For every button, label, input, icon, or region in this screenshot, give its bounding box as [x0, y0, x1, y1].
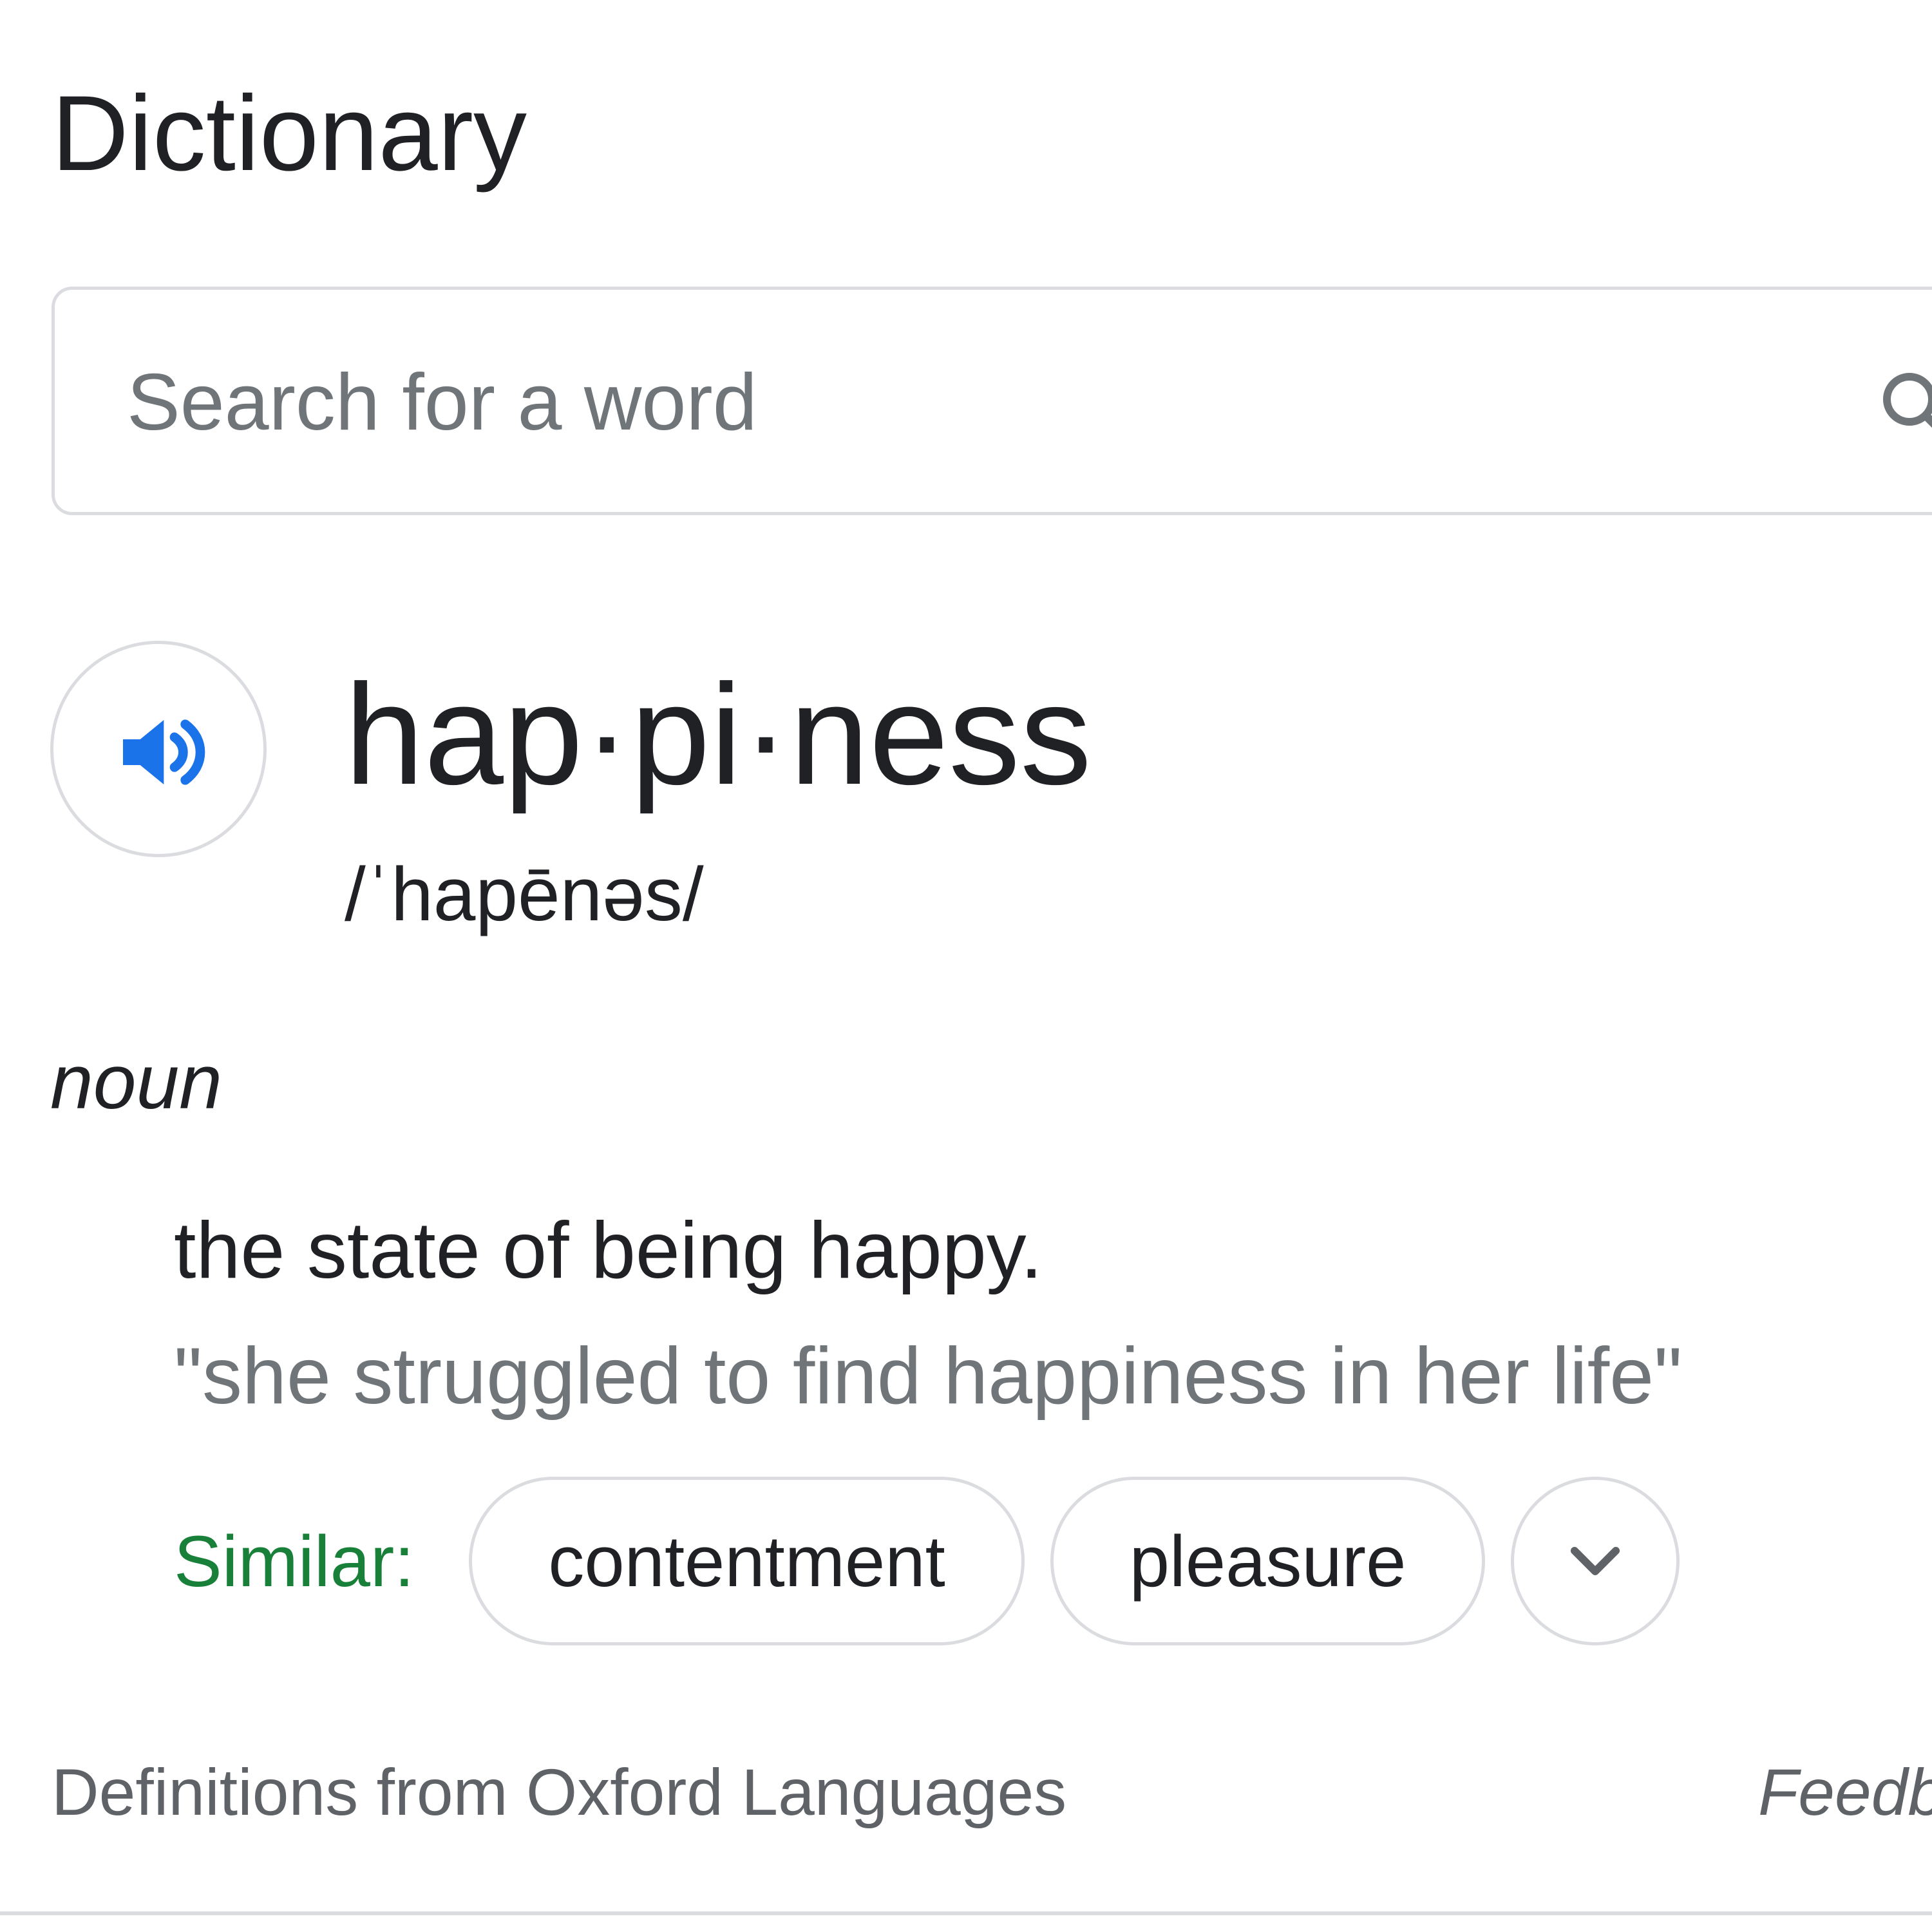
speaker-icon — [123, 719, 205, 785]
search-box[interactable] — [52, 287, 1932, 515]
definitions-source: Definitions from Oxford Languages — [52, 1756, 1067, 1829]
headword: hap·pi·ness — [345, 655, 1092, 815]
pronunciation-audio-button[interactable] — [50, 641, 267, 857]
dictionary-widget: Dictionary hap·pi·ness /ˈhapēnəs/ noun t… — [0, 0, 1932, 1932]
part-of-speech: noun — [50, 1039, 222, 1125]
chevron-down-icon — [1571, 1547, 1620, 1575]
search-icon[interactable] — [1877, 367, 1932, 444]
search-input[interactable] — [127, 341, 1801, 464]
expand-similar-button[interactable] — [1511, 1477, 1680, 1645]
similar-label: Similar: — [174, 1520, 415, 1602]
bottom-divider — [0, 1911, 1932, 1915]
similar-words-row: Similar: contentment pleasure — [174, 1477, 1680, 1645]
pronunciation-text: /ˈhapēnəs/ — [345, 852, 704, 937]
similar-chip-contentment[interactable]: contentment — [469, 1477, 1025, 1645]
similar-chip-pleasure[interactable]: pleasure — [1050, 1477, 1486, 1645]
definition-text: the state of being happy. — [174, 1206, 1043, 1295]
feedback-link[interactable]: Feedb — [1758, 1759, 1932, 1825]
widget-title: Dictionary — [52, 74, 527, 193]
example-sentence: "she struggled to find happiness in her … — [174, 1332, 1683, 1421]
